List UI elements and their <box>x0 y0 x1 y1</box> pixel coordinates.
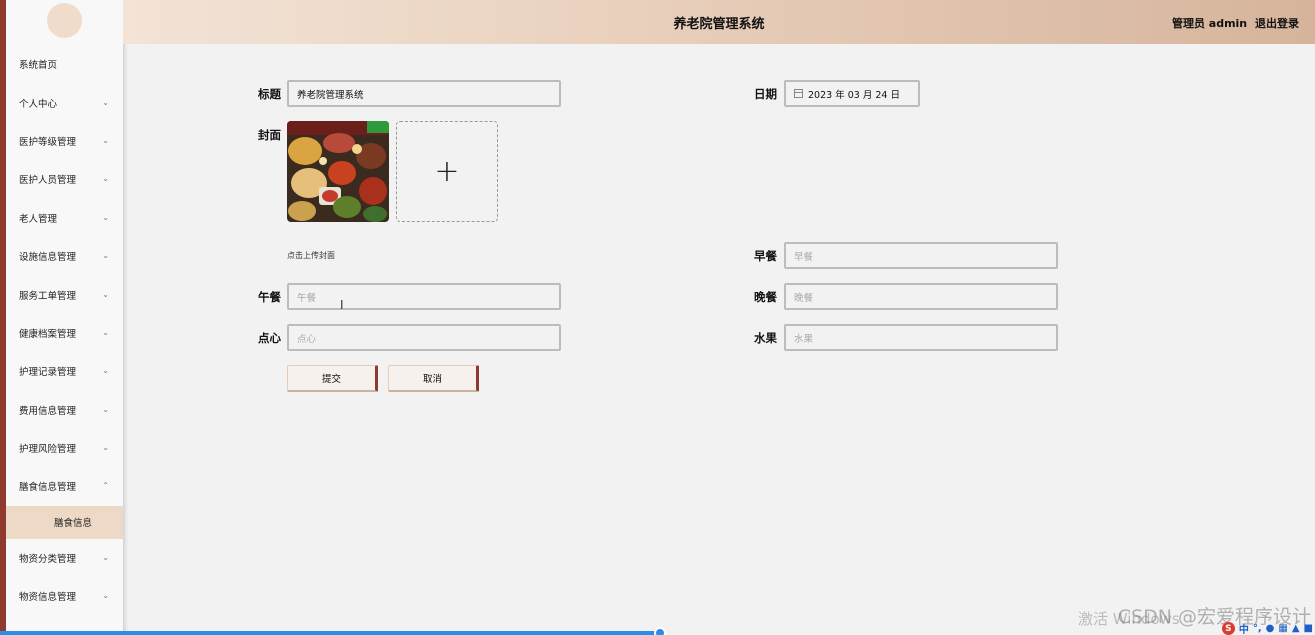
sidebar-item-label: 医护等级管理 <box>19 136 77 148</box>
title-input[interactable]: 养老院管理系统 <box>287 80 561 107</box>
sidebar-item-label: 服务工单管理 <box>19 290 77 302</box>
chevron-down-icon: ⌄ <box>102 404 109 414</box>
sidebar-item-label: 护理风险管理 <box>19 444 77 456</box>
cover-upload-button[interactable]: + <box>396 121 498 222</box>
submit-button[interactable]: 提交 <box>287 365 378 392</box>
chevron-down-icon: ⌄ <box>102 327 109 337</box>
breakfast-placeholder: 早餐 <box>794 251 814 263</box>
title-label: 标题 <box>258 87 281 101</box>
keyboard-icon[interactable]: ▦ <box>1278 623 1287 634</box>
text-cursor-icon: I <box>340 298 344 312</box>
lunch-label: 午餐 <box>258 290 281 304</box>
app-title: 养老院管理系统 <box>673 17 765 32</box>
cancel-button[interactable]: 取消 <box>388 365 479 392</box>
cover-image-thumbnail[interactable] <box>287 121 389 222</box>
date-value: 2023 年 03 月 24 日 <box>808 89 900 101</box>
chevron-down-icon: ⌄ <box>102 591 109 601</box>
breakfast-label: 早餐 <box>754 249 777 263</box>
sidebar-item-health-records[interactable]: 健康档案管理 ⌄ <box>6 314 123 352</box>
avatar[interactable] <box>47 3 82 38</box>
sidebar-subitem-meal-info[interactable]: 膳食信息 <box>6 505 123 539</box>
lunch-input[interactable]: 午餐 <box>287 283 561 310</box>
sidebar-item-label: 物资信息管理 <box>19 592 77 604</box>
sidebar-item-label: 老人管理 <box>19 213 58 225</box>
sidebar-item-supplies[interactable]: 物资信息管理 ⌄ <box>6 577 123 615</box>
ime-language[interactable]: 中 <box>1239 621 1249 635</box>
snack-label: 点心 <box>258 331 281 345</box>
sidebar-item-label: 护理记录管理 <box>19 367 77 379</box>
logout-link[interactable]: 退出登录 <box>1255 17 1299 30</box>
grid-icon[interactable]: ■ <box>1304 623 1313 634</box>
breakfast-input[interactable]: 早餐 <box>784 242 1058 269</box>
fruit-input[interactable]: 水果 <box>784 324 1058 351</box>
chevron-down-icon: ⌄ <box>102 136 109 146</box>
chevron-up-icon: ⌃ <box>102 481 109 491</box>
sidebar-item-care-risk[interactable]: 护理风险管理 ⌄ <box>6 429 123 467</box>
dinner-input[interactable]: 晚餐 <box>784 283 1058 310</box>
chevron-down-icon: ⌄ <box>102 289 109 299</box>
chevron-down-icon: ⌄ <box>102 212 109 222</box>
sidebar-item-label: 医护人员管理 <box>19 175 77 187</box>
microphone-icon[interactable]: ● <box>1266 623 1275 634</box>
lunch-placeholder: 午餐 <box>297 292 317 304</box>
sidebar-item-elders[interactable]: 老人管理 ⌄ <box>6 199 123 237</box>
header: 养老院管理系统 管理员 admin 退出登录 <box>123 0 1315 44</box>
chevron-down-icon: ⌄ <box>102 97 109 107</box>
fruit-placeholder: 水果 <box>794 333 814 345</box>
chevron-down-icon: ⌄ <box>102 251 109 261</box>
dinner-placeholder: 晚餐 <box>794 292 814 304</box>
sidebar-item-care-logs[interactable]: 护理记录管理 ⌄ <box>6 352 123 390</box>
progress-bar <box>0 631 660 635</box>
chevron-down-icon: ⌄ <box>102 366 109 376</box>
chevron-down-icon: ⌄ <box>102 174 109 184</box>
user-role: 管理员 admin <box>1171 17 1248 30</box>
progress-handle[interactable] <box>654 627 666 635</box>
cover-label: 封面 <box>258 128 281 142</box>
title-value: 养老院管理系统 <box>297 89 364 101</box>
ime-toolbar[interactable]: S 中 °, ● ▦ ▲ ■ <box>1221 621 1313 635</box>
snack-input[interactable]: 点心 <box>287 324 561 351</box>
sidebar-item-supply-categories[interactable]: 物资分类管理 ⌄ <box>6 539 123 577</box>
dinner-label: 晚餐 <box>754 290 777 304</box>
sogou-icon[interactable]: S <box>1221 622 1235 635</box>
punctuation-icon[interactable]: °, <box>1253 623 1262 634</box>
chevron-down-icon: ⌄ <box>102 552 109 562</box>
sidebar-item-meals[interactable]: 膳食信息管理 ⌃ <box>6 467 123 505</box>
sidebar-item-label: 系统首页 <box>19 60 58 72</box>
sidebar-menu: 系统首页 个人中心 ⌄ 医护等级管理 ⌄ 医护人员管理 ⌄ 老人管理 ⌄ 设施信息管理 ⌄… <box>6 45 123 615</box>
sidebar-item-label: 个人中心 <box>19 98 58 110</box>
chevron-down-icon: ⌄ <box>102 443 109 453</box>
sidebar-item-care-level[interactable]: 医护等级管理 ⌄ <box>6 122 123 160</box>
food-photo <box>287 121 389 222</box>
sidebar-item-facilities[interactable]: 设施信息管理 ⌄ <box>6 237 123 275</box>
sidebar-item-personal-center[interactable]: 个人中心 ⌄ <box>6 83 123 121</box>
sidebar-subitem-label: 膳食信息 <box>54 518 93 530</box>
fruit-label: 水果 <box>754 331 777 345</box>
sidebar-item-fees[interactable]: 费用信息管理 ⌄ <box>6 391 123 429</box>
sidebar-item-label: 膳食信息管理 <box>19 482 77 494</box>
sidebar-item-home[interactable]: 系统首页 <box>6 45 123 83</box>
sidebar-item-label: 设施信息管理 <box>19 252 77 264</box>
sidebar: 系统首页 个人中心 ⌄ 医护等级管理 ⌄ 医护人员管理 ⌄ 老人管理 ⌄ 设施信息管理 ⌄… <box>0 0 123 635</box>
upload-hint: 点击上传封面 <box>287 251 335 260</box>
sidebar-item-label: 健康档案管理 <box>19 328 77 340</box>
plus-icon: + <box>434 154 460 189</box>
sidebar-item-label: 物资分类管理 <box>19 553 77 565</box>
user-area: 管理员 admin 退出登录 <box>1168 15 1299 31</box>
date-picker[interactable]: 2023 年 03 月 24 日 <box>784 80 920 107</box>
date-label: 日期 <box>754 87 777 101</box>
skin-icon[interactable]: ▲ <box>1292 623 1300 634</box>
calendar-icon <box>794 89 803 98</box>
sidebar-item-work-orders[interactable]: 服务工单管理 ⌄ <box>6 275 123 313</box>
sidebar-item-care-staff[interactable]: 医护人员管理 ⌄ <box>6 160 123 198</box>
snack-placeholder: 点心 <box>297 333 317 345</box>
sidebar-item-label: 费用信息管理 <box>19 405 77 417</box>
